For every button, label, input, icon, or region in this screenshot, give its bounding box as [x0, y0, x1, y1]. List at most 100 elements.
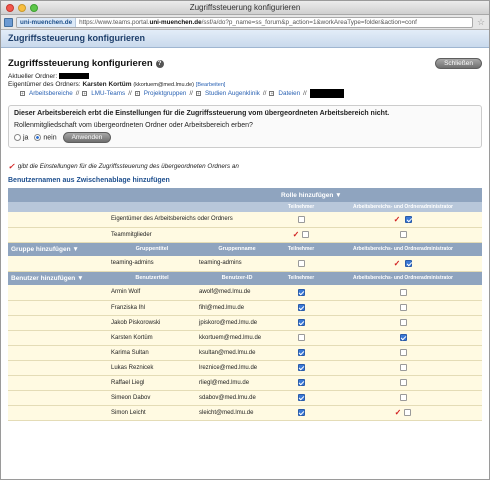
- folder-meta: Aktueller Ordner: Eigentümer des Ordners…: [8, 73, 482, 89]
- col-user-title: Benutzertitel: [108, 271, 196, 285]
- user-id: kkortuem@med.lmu.de: [196, 330, 278, 346]
- col-admin: Arbeitsbereichs- und Ordneradministrator: [324, 202, 482, 212]
- user-id: sleicht@med.lmu.de: [196, 405, 278, 421]
- col-participant: Teilnehmer: [278, 242, 324, 256]
- breadcrumb-item[interactable]: Dateien: [278, 90, 300, 97]
- checkbox[interactable]: [399, 378, 407, 386]
- expand-icon[interactable]: +: [134, 91, 140, 96]
- apply-button[interactable]: Anwenden: [62, 132, 112, 143]
- current-folder-label: Aktueller Ordner:: [8, 73, 58, 80]
- inheritance-question: Rollenmitgliedschaft vom übergeordneten …: [14, 122, 253, 129]
- edit-owner-link[interactable]: [Bearbeiten]: [196, 82, 226, 88]
- breadcrumb-item[interactable]: Projektgruppen: [144, 90, 187, 97]
- user-row: Jakob Piskorowski jpiskoro@med.lmu.de: [8, 315, 482, 331]
- user-row: Franziska Ihl fihl@med.lmu.de: [8, 300, 482, 316]
- user-row: Lukas Reznicek lreznice@med.lmu.de: [8, 360, 482, 376]
- help-icon[interactable]: ?: [155, 59, 164, 68]
- inheritance-box: Dieser Arbeitsbereich erbt die Einstellu…: [8, 105, 482, 148]
- checkbox[interactable]: [302, 231, 310, 238]
- expand-icon[interactable]: +: [195, 91, 201, 96]
- checkbox[interactable]: [399, 333, 407, 341]
- checkbox[interactable]: [297, 363, 305, 371]
- red-check-icon: ✓: [394, 408, 402, 417]
- checkbox[interactable]: [297, 393, 305, 401]
- redacted-folder-name: [58, 73, 89, 80]
- red-check-icon: ✓: [292, 230, 300, 239]
- bookmark-star-icon[interactable]: ☆: [476, 17, 486, 28]
- user-title: Lukas Reznicek: [108, 360, 196, 376]
- user-id: ksultan@med.lmu.de: [196, 345, 278, 361]
- checkbox[interactable]: [297, 215, 305, 223]
- checkbox[interactable]: [297, 333, 305, 341]
- user-title: Armin Wolf: [108, 285, 196, 301]
- url-field[interactable]: uni-muenchen.de https://www.teams.portal…: [16, 16, 473, 28]
- red-check-icon: ✓: [393, 258, 401, 268]
- checkbox[interactable]: [399, 318, 407, 326]
- checkbox[interactable]: [404, 409, 412, 416]
- breadcrumb: + Arbeitsbereiche// + LMU-Teams// + Projekt…: [20, 89, 482, 98]
- group-title: teaming-admins: [108, 256, 196, 272]
- inherit-yes-option[interactable]: ja: [14, 133, 28, 141]
- breadcrumb-item[interactable]: Arbeitsbereiche: [29, 90, 73, 97]
- url-text: https://www.teams.portal.uni-muenchen.de…: [79, 18, 417, 26]
- user-id: awolf@med.lmu.de: [196, 285, 278, 301]
- expand-icon[interactable]: +: [82, 91, 88, 96]
- add-role-menu[interactable]: Rolle hinzufügen ▼: [278, 188, 482, 202]
- user-row: Armin Wolf awolf@med.lmu.de: [8, 285, 482, 301]
- window-title: Zugriffssteuerung konfigurieren: [189, 3, 301, 12]
- checkbox[interactable]: [297, 259, 305, 267]
- owner-name: Karsten Kortüm: [82, 81, 132, 88]
- add-user-menu[interactable]: Benutzer hinzufügen ▼: [8, 271, 108, 285]
- role-name: Teammitglieder: [108, 227, 278, 243]
- site-identity-badge[interactable]: uni-muenchen.de: [17, 17, 77, 27]
- checkbox[interactable]: [405, 259, 413, 267]
- group-name: teaming-admins: [196, 256, 278, 272]
- radio-no[interactable]: [34, 133, 42, 141]
- close-button[interactable]: Schließen: [435, 58, 482, 69]
- site-favicon-icon: [4, 17, 13, 27]
- checkbox[interactable]: [399, 288, 407, 296]
- breadcrumb-item[interactable]: LMU-Teams: [91, 90, 125, 97]
- user-title: Simeon Dabov: [108, 390, 196, 406]
- access-table: Rolle hinzufügen ▼ Teilnehmer Arbeitsber…: [8, 188, 482, 421]
- checkbox[interactable]: [297, 348, 305, 356]
- page-title: Zugriffssteuerung konfigurieren ?: [8, 58, 164, 69]
- inherit-no-option[interactable]: nein: [34, 133, 57, 141]
- checkbox[interactable]: [297, 378, 305, 386]
- user-row: Karima Sultan ksultan@med.lmu.de: [8, 345, 482, 361]
- breadcrumb-item[interactable]: Studien Augenklinik: [205, 90, 260, 97]
- col-group-title: Gruppentitel: [108, 242, 196, 256]
- title-bar: Zugriffssteuerung konfigurieren: [1, 1, 489, 15]
- inherit-radio-group: ja nein Anwenden: [14, 132, 476, 143]
- red-check-icon: ✓: [8, 162, 15, 171]
- clipboard-link[interactable]: Benutzernamen aus Zwischenablage hinzufü…: [8, 177, 482, 184]
- radio-yes[interactable]: [14, 133, 21, 141]
- page-header: Zugriffssteuerung konfigurieren: [1, 30, 489, 48]
- user-title: Franziska Ihl: [108, 300, 196, 316]
- expand-icon[interactable]: +: [269, 91, 275, 96]
- browser-window: Zugriffssteuerung konfigurieren uni-muen…: [0, 0, 490, 480]
- checkbox[interactable]: [297, 408, 305, 416]
- checkbox[interactable]: [399, 393, 407, 401]
- checkbox[interactable]: [399, 363, 407, 371]
- checkbox[interactable]: [297, 318, 305, 326]
- user-title: Jakob Piskorowski: [108, 315, 196, 331]
- checkbox[interactable]: [399, 303, 407, 311]
- role-row: Teammitglieder ✓: [8, 227, 482, 243]
- inheritance-message: Dieser Arbeitsbereich erbt die Einstellu…: [14, 110, 390, 117]
- user-title: Karima Sultan: [108, 345, 196, 361]
- role-row: Eigentümer des Arbeitsbereichs oder Ordn…: [8, 212, 482, 228]
- checkbox[interactable]: [399, 348, 407, 356]
- role-name: Eigentümer des Arbeitsbereichs oder Ordn…: [108, 212, 278, 228]
- user-id: lreznice@med.lmu.de: [196, 360, 278, 376]
- checkbox[interactable]: [297, 288, 305, 296]
- address-bar: uni-muenchen.de https://www.teams.portal…: [1, 15, 489, 30]
- inheritance-legend: ✓ gibt die Einstellungen für die Zugriff…: [8, 162, 239, 171]
- checkbox[interactable]: [297, 303, 305, 311]
- user-row: Karsten Kortüm kkortuem@med.lmu.de: [8, 330, 482, 346]
- expand-icon[interactable]: +: [20, 91, 25, 96]
- add-group-menu[interactable]: Gruppe hinzufügen ▼: [8, 242, 108, 256]
- owner-email: (kkortuem@med.lmu.de): [133, 82, 194, 88]
- checkbox[interactable]: [405, 215, 413, 223]
- checkbox[interactable]: [399, 230, 407, 238]
